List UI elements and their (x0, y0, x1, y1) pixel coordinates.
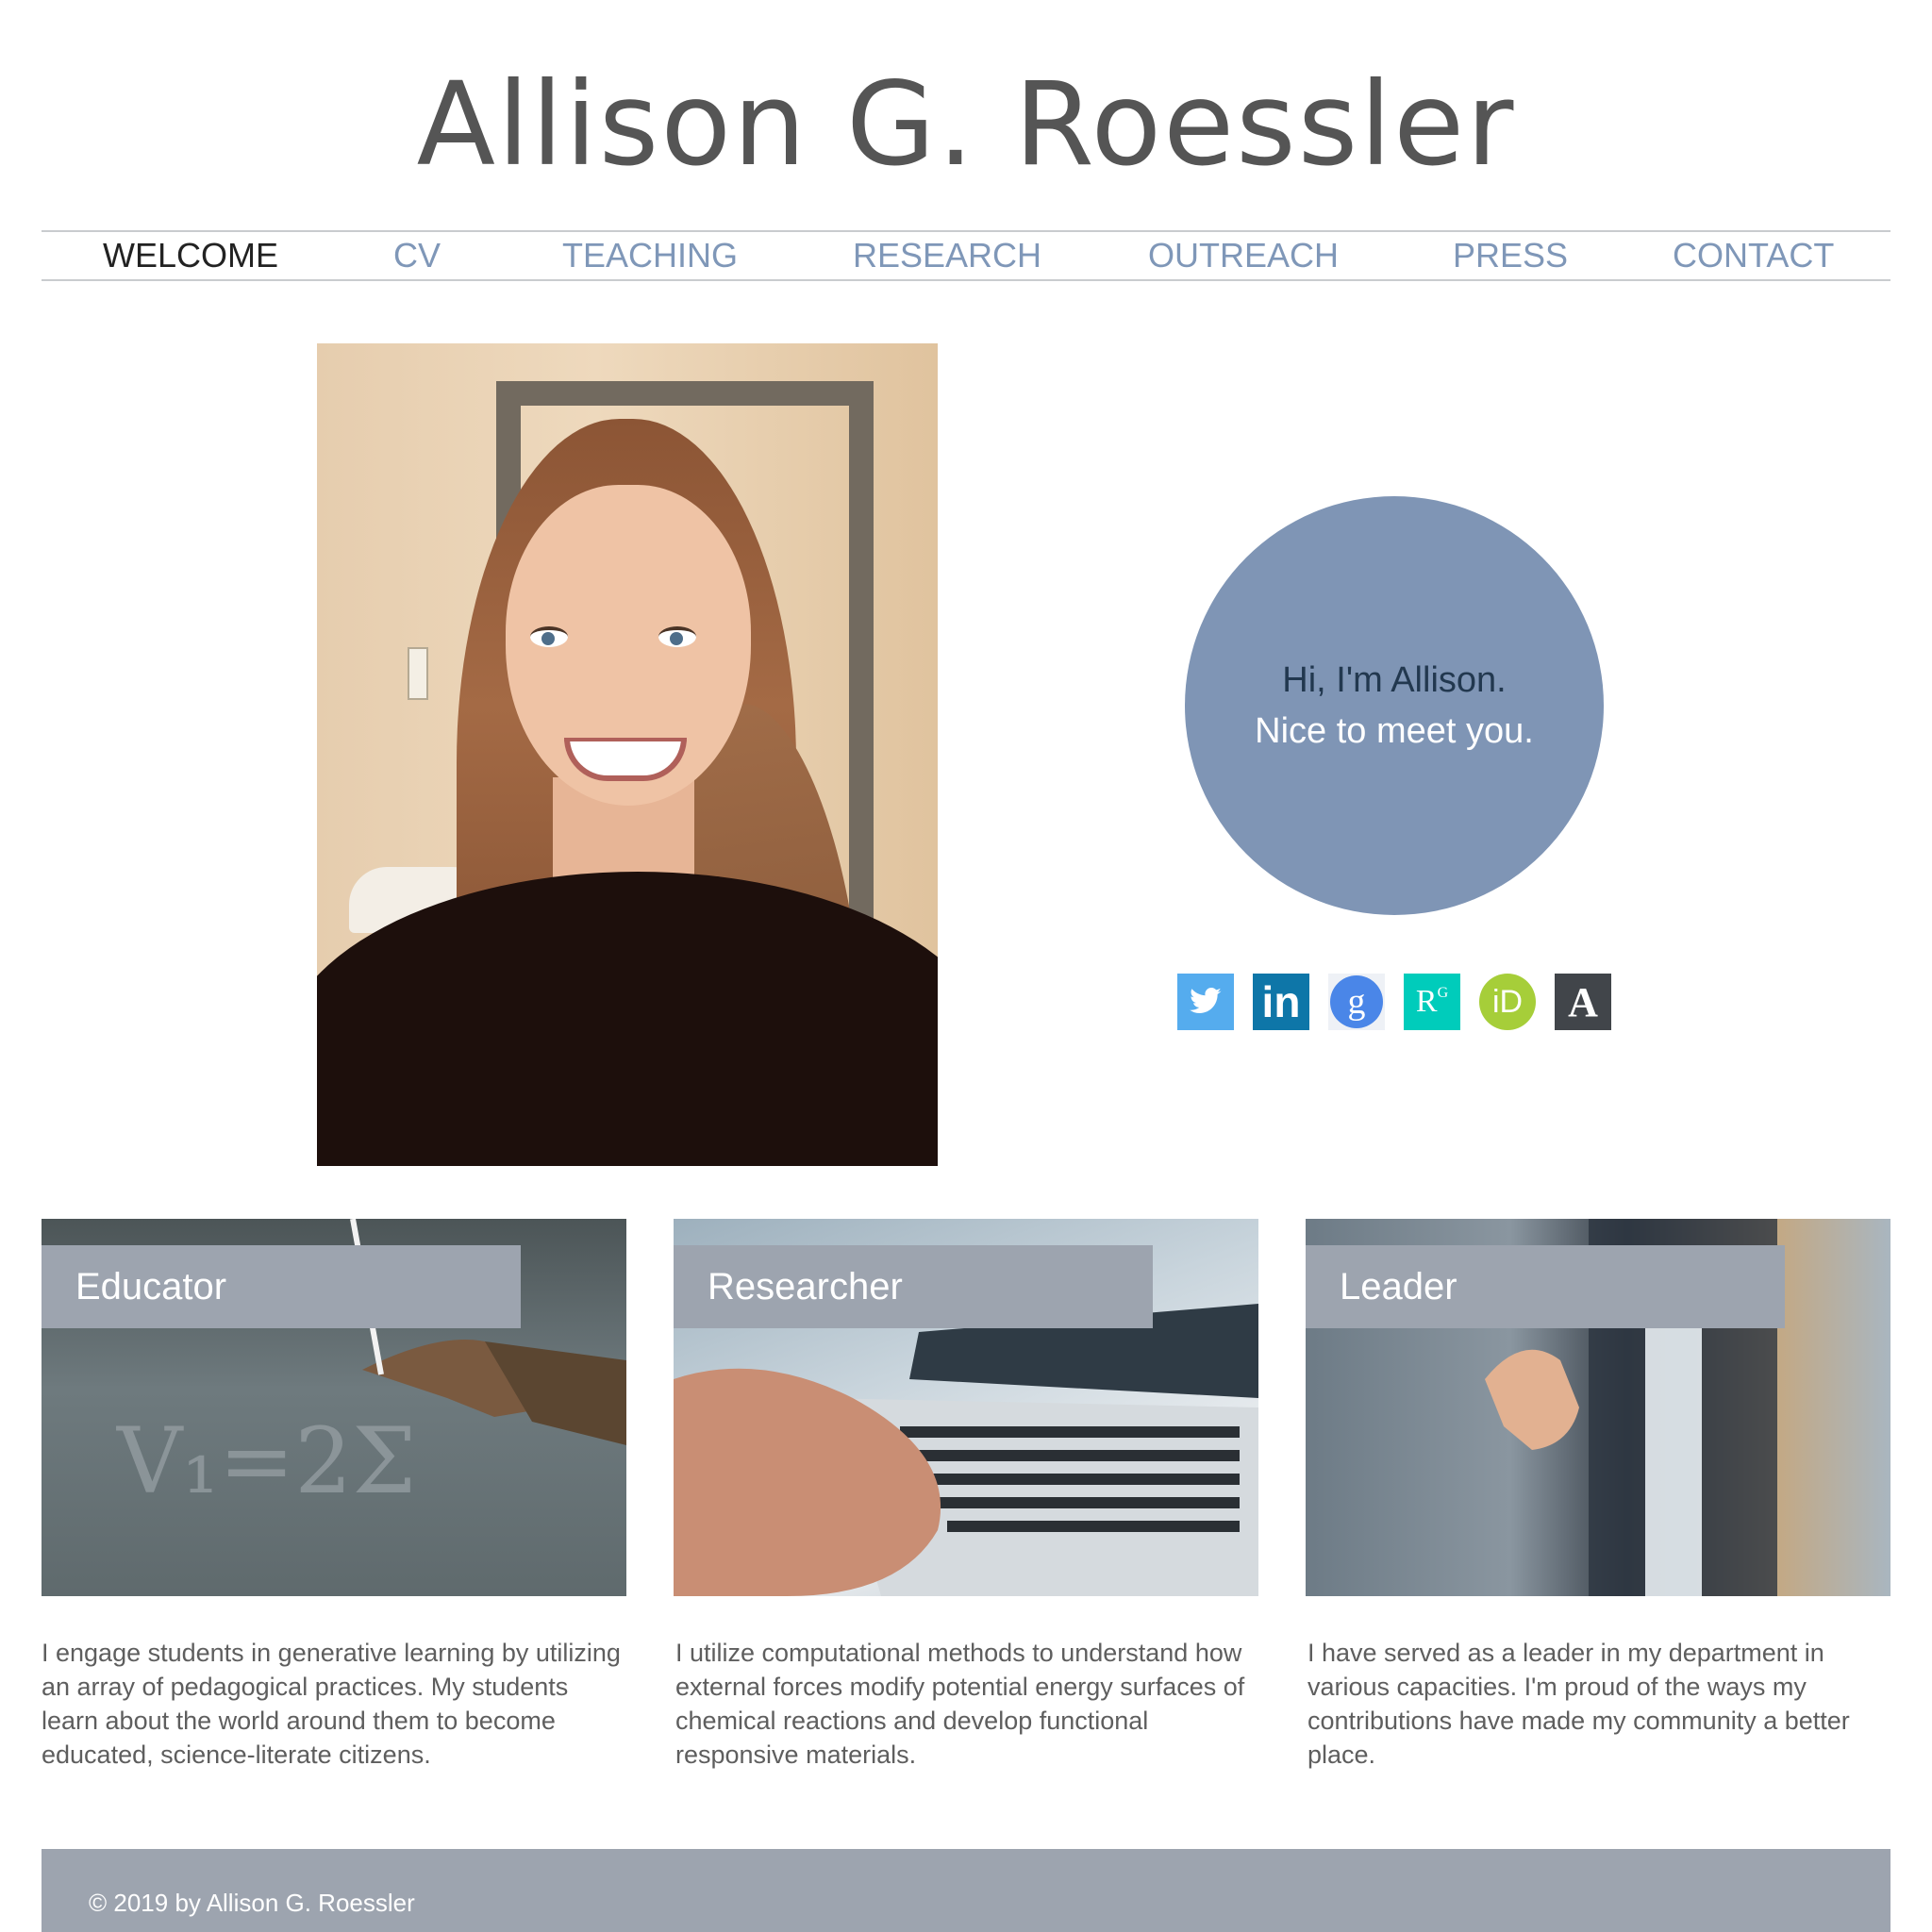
greeting-line-1: Hi, I'm Allison. (1282, 660, 1507, 700)
photo-eye-left (530, 626, 568, 647)
nav-item-welcome[interactable]: WELCOME (103, 232, 278, 279)
footer-copyright: © 2019 by Allison G. Roessler (89, 1889, 415, 1917)
photo-eye-right (658, 626, 696, 647)
educator-label: Educator (42, 1245, 521, 1328)
researchgate-icon[interactable]: RG (1404, 974, 1460, 1030)
orcid-icon[interactable]: iD (1479, 974, 1536, 1030)
chalkboard-formula: V₁=2Σ (116, 1408, 416, 1514)
linkedin-icon[interactable]: in (1253, 974, 1309, 1030)
leader-text: I have served as a leader in my departme… (1307, 1639, 1850, 1769)
leader-label: Leader (1306, 1245, 1785, 1328)
site-title: Allison G. Roessler (416, 58, 1516, 192)
researcher-text: I utilize computational methods to under… (675, 1639, 1245, 1769)
greeting-line-2: Nice to meet you. (1255, 711, 1534, 751)
orcid-icon-text: iD (1479, 974, 1536, 1030)
nav-item-press[interactable]: PRESS (1453, 232, 1568, 279)
academia-icon-text: A (1568, 978, 1598, 1025)
academia-icon[interactable]: A (1555, 974, 1611, 1030)
nav-item-research[interactable]: RESEARCH (853, 232, 1041, 279)
nav-item-outreach[interactable]: OUTREACH (1148, 232, 1339, 279)
footer: © 2019 by Allison G. Roessler (42, 1849, 1890, 1932)
educator-text: I engage students in generative learning… (42, 1639, 621, 1769)
researchgate-icon-text: R (1415, 984, 1438, 1019)
greeting-circle: Hi, I'm Allison. Nice to meet you. (1185, 496, 1604, 915)
main-nav: WELCOME CV TEACHING RESEARCH OUTREACH PR… (42, 230, 1890, 281)
profile-photo (317, 343, 938, 1166)
linkedin-icon-text: in (1261, 977, 1301, 1026)
researchgate-superscript: G (1437, 985, 1449, 1001)
twitter-icon[interactable] (1177, 974, 1234, 1030)
google-scholar-icon[interactable]: g (1328, 974, 1385, 1030)
researcher-label: Researcher (674, 1245, 1153, 1328)
photo-thermostat (408, 647, 428, 700)
nav-item-teaching[interactable]: TEACHING (562, 232, 738, 279)
nav-item-cv[interactable]: CV (393, 232, 441, 279)
photo-shirt (317, 872, 938, 1166)
svg-text:g: g (1348, 982, 1366, 1022)
nav-item-contact[interactable]: CONTACT (1673, 232, 1834, 279)
